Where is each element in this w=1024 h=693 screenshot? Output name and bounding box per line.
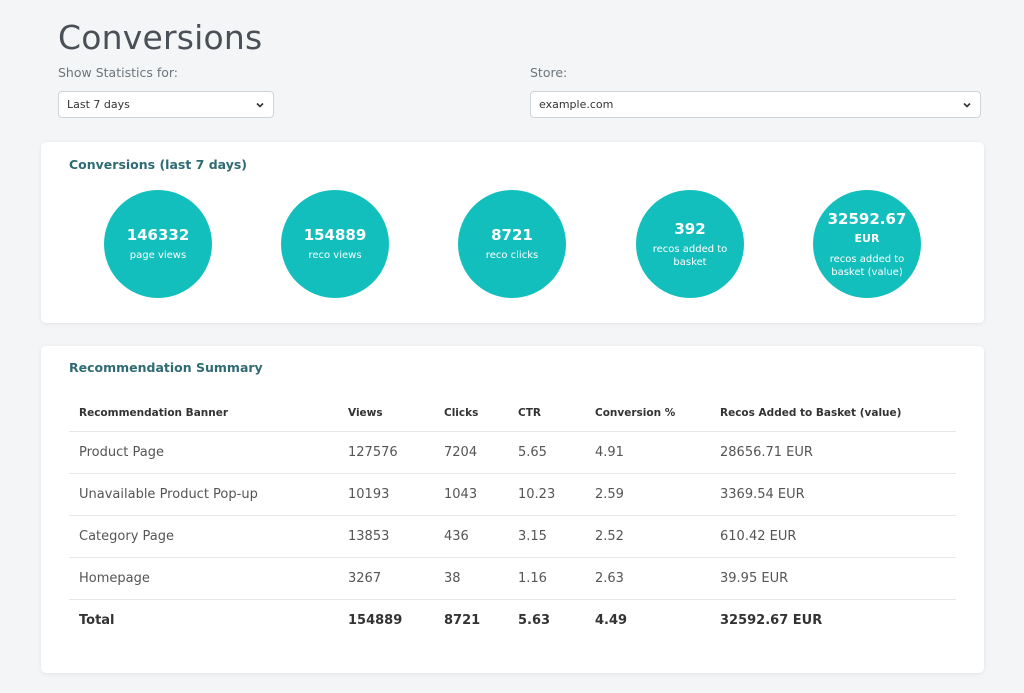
summary-card: Recommendation Summary Recommendation Ba… (41, 346, 984, 673)
cell-ctr: 1.16 (508, 557, 585, 600)
stat-label: reco views (308, 250, 362, 261)
cell-views: 127576 (338, 431, 434, 474)
cell-conversion: 2.52 (585, 515, 710, 558)
table-row: Homepage 3267 38 1.16 2.63 39.95 EUR (69, 557, 956, 600)
cell-basket-value: 28656.71 EUR (710, 431, 956, 474)
stat-value: 392 (674, 219, 706, 238)
cell-conversion: 2.63 (585, 557, 710, 600)
cell-views: 154889 (348, 612, 403, 628)
conversions-title: Conversions (last 7 days) (69, 157, 248, 172)
cell-banner: Total (79, 612, 115, 628)
stat-value: 146332 (126, 226, 190, 244)
table-total-row: Total 154889 8721 5.63 4.49 32592.67 EUR (69, 599, 956, 641)
period-label: Show Statistics for: (58, 65, 178, 80)
col-banner: Recommendation Banner (69, 396, 338, 432)
cell-clicks: 38 (434, 557, 508, 600)
stat-unit: EUR (854, 231, 880, 245)
chevron-down-icon (256, 102, 264, 108)
stat-value: 154889 (303, 226, 367, 244)
cell-clicks: 7204 (434, 431, 508, 474)
table-row: Unavailable Product Pop-up 10193 1043 10… (69, 473, 956, 516)
cell-views: 3267 (338, 557, 434, 600)
stat-label: page views (129, 250, 187, 261)
cell-ctr: 3.15 (508, 515, 585, 558)
chevron-down-icon (963, 102, 971, 108)
table-row: Product Page 127576 7204 5.65 4.91 28656… (69, 431, 956, 474)
table-header-row: Recommendation Banner Views Clicks CTR C… (69, 396, 956, 432)
stat-value: 8721 (491, 226, 533, 244)
cell-ctr: 5.63 (518, 612, 551, 628)
cell-banner: Category Page (69, 515, 338, 558)
cell-clicks: 436 (434, 515, 508, 558)
cell-clicks: 1043 (434, 473, 508, 516)
cell-basket-value: 3369.54 EUR (710, 473, 956, 516)
page-title: Conversions (58, 18, 263, 57)
store-select-value: example.com (539, 98, 614, 111)
stat-label: recos added to basket (value) (829, 253, 905, 278)
stat-value: 32592.67 EUR (827, 209, 907, 245)
stat-label: recos added to basket (652, 243, 728, 268)
stat-reco-clicks: 8721 reco clicks (458, 190, 566, 298)
cell-basket-value: 39.95 EUR (710, 557, 956, 600)
col-basket-value: Recos Added to Basket (value) (710, 396, 956, 432)
cell-ctr: 5.65 (508, 431, 585, 474)
cell-ctr: 10.23 (508, 473, 585, 516)
col-views: Views (338, 396, 434, 432)
stat-reco-views: 154889 reco views (281, 190, 389, 298)
cell-conversion: 4.49 (595, 612, 628, 628)
cell-banner: Product Page (69, 431, 338, 474)
conversions-card: Conversions (last 7 days) 146332 page vi… (41, 142, 984, 323)
stat-recos-added-value: 32592.67 EUR recos added to basket (valu… (813, 190, 921, 298)
summary-table: Recommendation Banner Views Clicks CTR C… (69, 396, 956, 641)
cell-basket-value: 32592.67 EUR (720, 612, 823, 628)
table-row: Category Page 13853 436 3.15 2.52 610.42… (69, 515, 956, 558)
cell-conversion: 2.59 (585, 473, 710, 516)
store-select[interactable]: example.com (530, 91, 981, 118)
cell-banner: Unavailable Product Pop-up (69, 473, 338, 516)
col-conversion: Conversion % (585, 396, 710, 432)
cell-views: 13853 (338, 515, 434, 558)
cell-views: 10193 (338, 473, 434, 516)
col-clicks: Clicks (434, 396, 508, 432)
col-ctr: CTR (508, 396, 585, 432)
stat-page-views: 146332 page views (104, 190, 212, 298)
cell-basket-value: 610.42 EUR (710, 515, 956, 558)
cell-banner: Homepage (69, 557, 338, 600)
period-select[interactable]: Last 7 days (58, 91, 274, 118)
stat-label: reco clicks (485, 250, 539, 261)
cell-clicks: 8721 (444, 612, 481, 628)
summary-title: Recommendation Summary (69, 360, 263, 375)
store-label: Store: (530, 65, 568, 80)
cell-conversion: 4.91 (585, 431, 710, 474)
period-select-value: Last 7 days (67, 98, 130, 111)
stat-recos-added: 392 recos added to basket (636, 190, 744, 298)
